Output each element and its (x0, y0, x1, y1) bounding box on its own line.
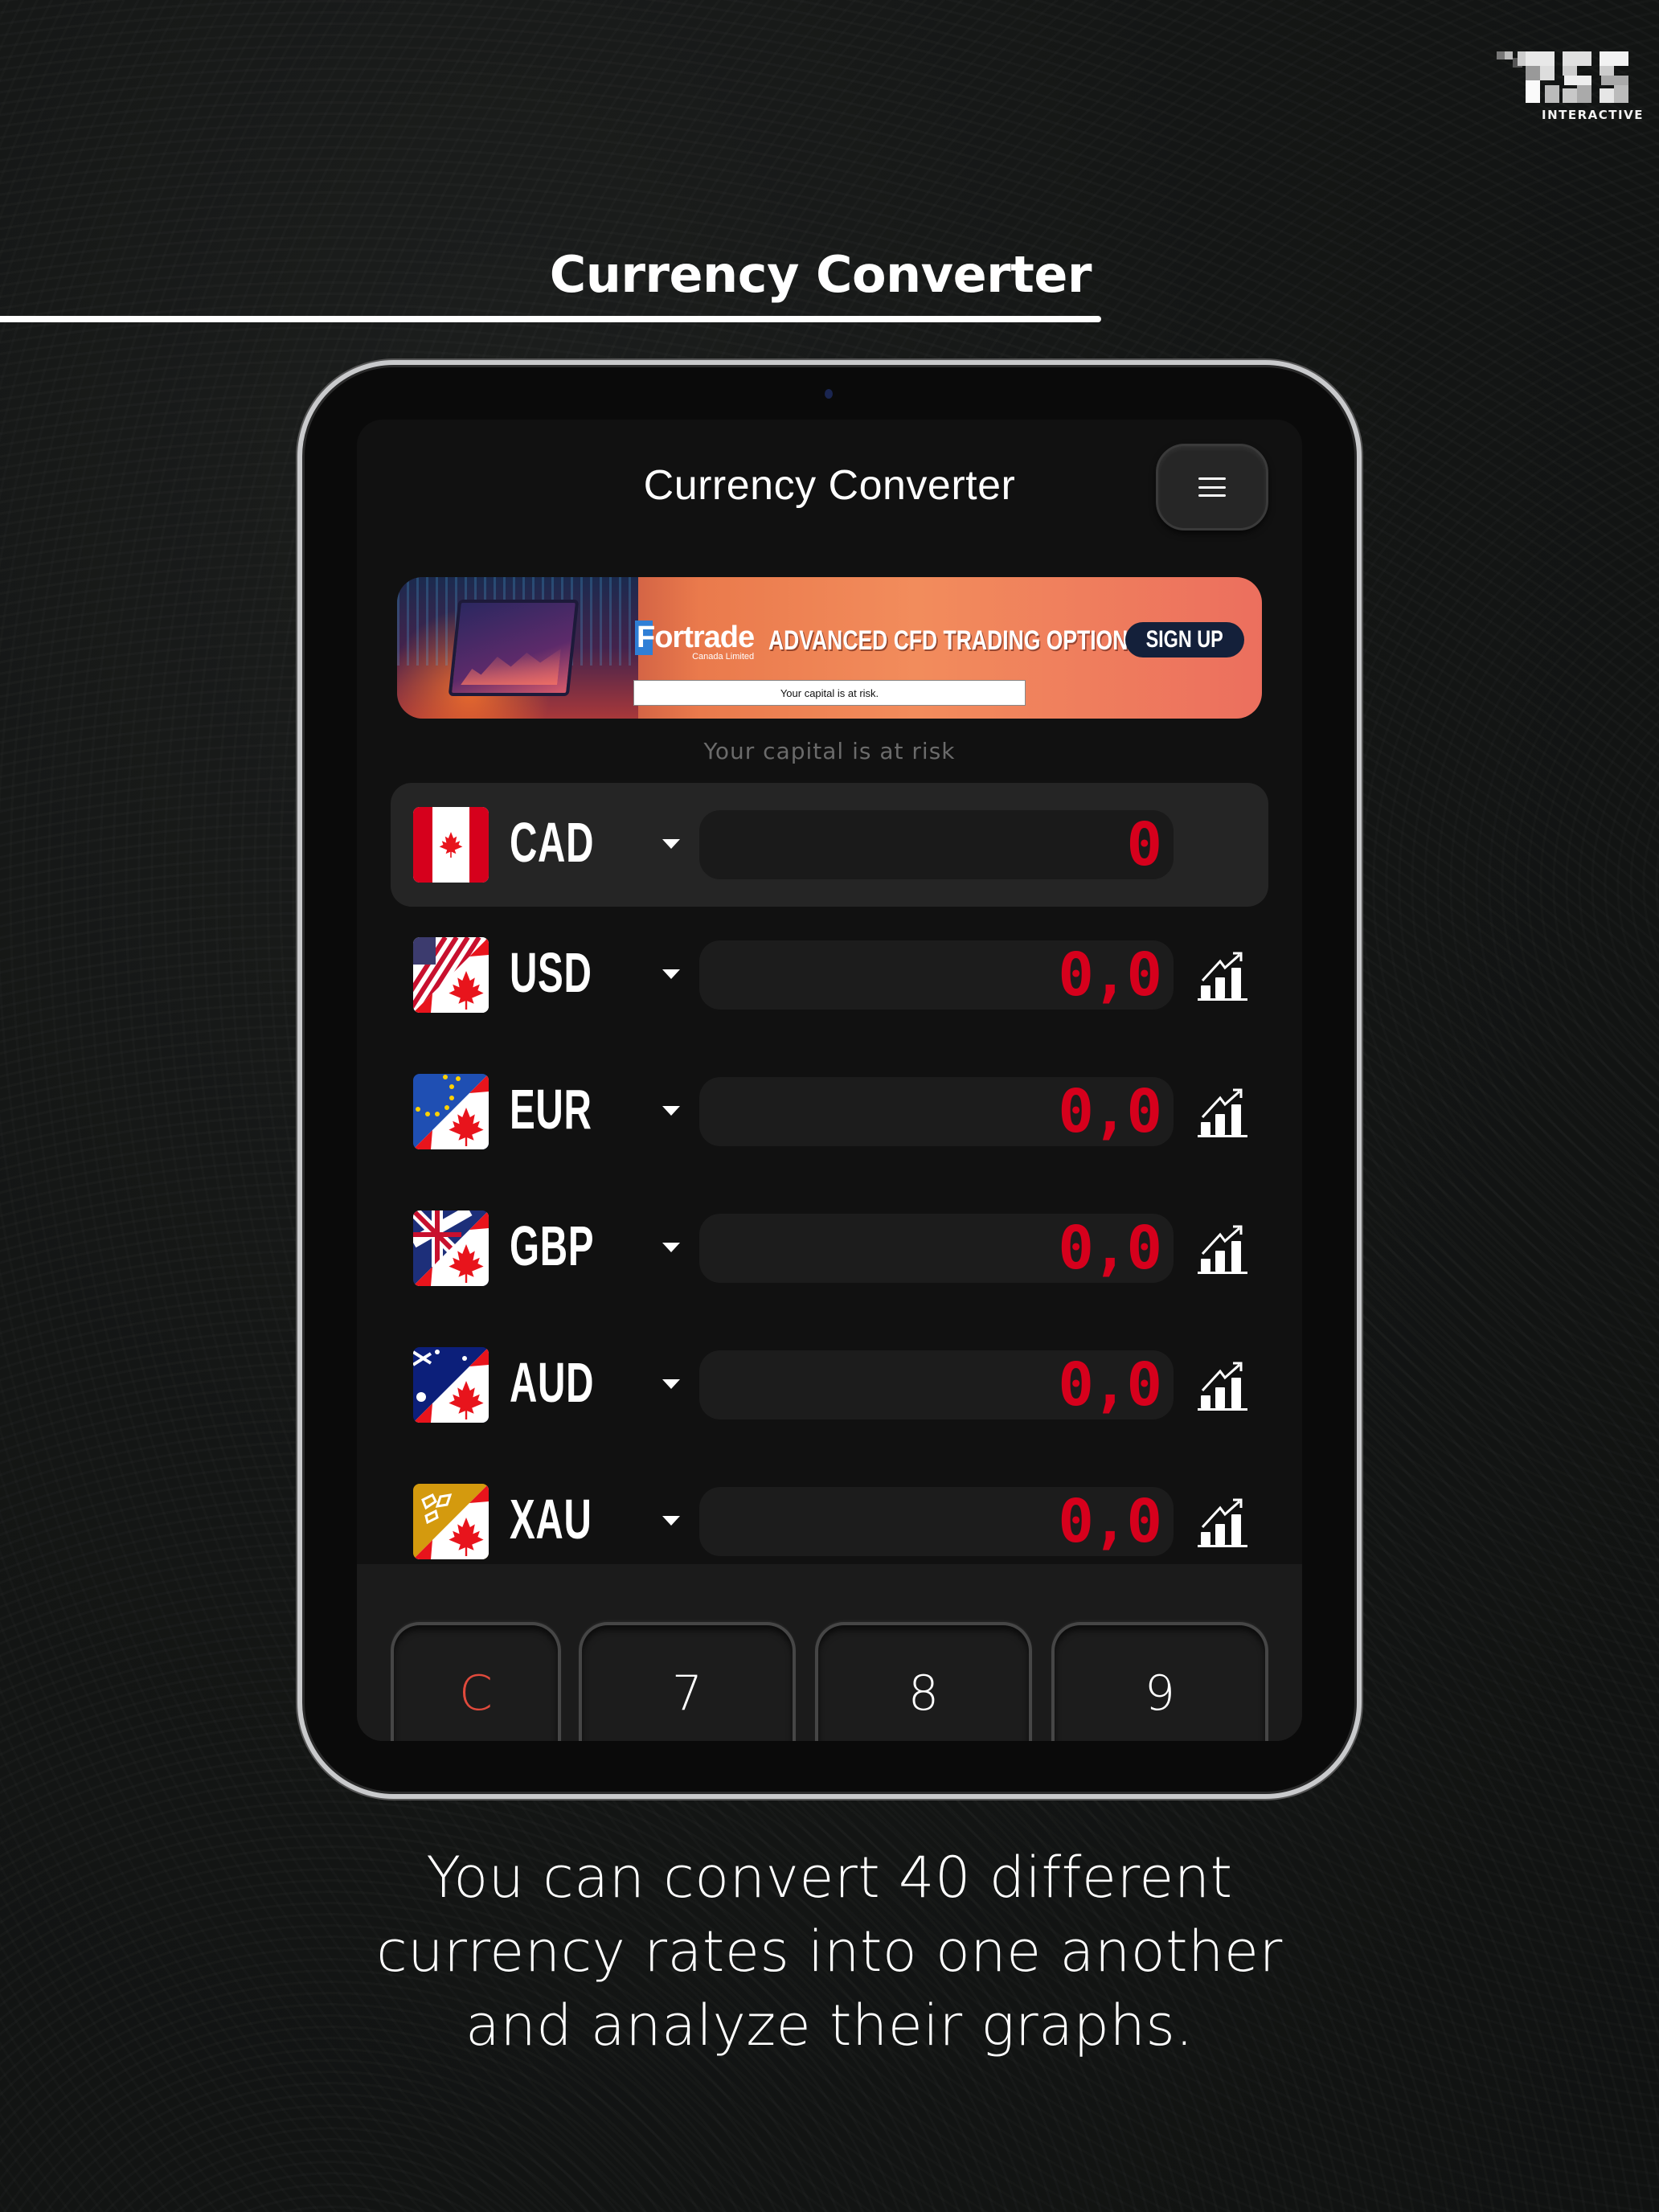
logo-subtitle: INTERACTIVE (1542, 108, 1644, 122)
currency-dropdown-icon[interactable] (662, 1106, 680, 1116)
eu-canada-flag-icon (413, 1074, 489, 1149)
logo-pixel-mark-icon (1497, 51, 1628, 103)
currency-dropdown-icon[interactable] (662, 1243, 680, 1252)
chart-button[interactable] (1196, 1360, 1249, 1411)
currency-dropdown-icon[interactable] (662, 1379, 680, 1389)
ad-banner[interactable]: Fortrade Canada Limited ADVANCED CFD TRA… (397, 577, 1262, 719)
currency-amount-field[interactable]: 0,0 (699, 1350, 1174, 1419)
key-clear[interactable]: C (391, 1622, 561, 1741)
ad-disclaimer: Your capital is at risk. (633, 680, 1026, 706)
currency-dropdown-icon[interactable] (662, 1516, 680, 1526)
chart-trend-icon (1198, 1088, 1247, 1137)
caption-line: and analyze their graphs. (465, 1993, 1194, 2058)
currency-code[interactable]: XAU (510, 1487, 592, 1551)
currency-code[interactable]: EUR (510, 1077, 592, 1141)
currency-row-aud[interactable]: AUD 0,0 (391, 1323, 1268, 1447)
currency-amount-field[interactable]: 0,0 (699, 1487, 1174, 1556)
hamburger-menu-icon (1198, 477, 1226, 497)
currency-code[interactable]: CAD (510, 810, 594, 875)
canada-flag-icon (413, 807, 489, 883)
chart-trend-icon (1198, 1225, 1247, 1274)
currency-amount-field[interactable]: 0,0 (699, 940, 1174, 1010)
menu-button[interactable] (1156, 444, 1268, 530)
chart-trend-icon (1198, 952, 1247, 1001)
chart-trend-icon (1198, 1362, 1247, 1411)
currency-code[interactable]: USD (510, 940, 592, 1005)
chart-button[interactable] (1196, 1497, 1249, 1548)
currency-amount-field[interactable]: 0 (699, 810, 1174, 879)
currency-row-usd[interactable]: USD 0,0 (391, 913, 1268, 1037)
title-underline (0, 316, 1101, 322)
caption-line: You can convert 40 different (426, 1845, 1233, 1911)
camera-icon (825, 389, 833, 399)
ad-artwork (397, 577, 638, 719)
app-screen: Currency Converter Fortrade Canada Limit… (357, 420, 1302, 1741)
currency-dropdown-icon[interactable] (662, 969, 680, 979)
rss-interactive-logo: INTERACTIVE (1497, 51, 1642, 124)
usa-canada-flag-icon (413, 937, 489, 1013)
key-7[interactable]: 7 (579, 1622, 796, 1741)
currency-amount-field[interactable]: 0,0 (699, 1214, 1174, 1283)
caption-line: currency rates into one another (376, 1919, 1283, 1985)
key-9[interactable]: 9 (1051, 1622, 1268, 1741)
page-title: Currency Converter (549, 245, 1092, 304)
chart-button[interactable] (1196, 950, 1249, 1002)
chart-button[interactable] (1196, 1223, 1249, 1275)
tablet-frame: Currency Converter Fortrade Canada Limit… (297, 360, 1362, 1799)
australia-canada-flag-icon (413, 1347, 489, 1423)
chart-trend-icon (1198, 1498, 1247, 1547)
key-8[interactable]: 8 (815, 1622, 1032, 1741)
advertiser-logo: Fortrade Canada Limited (635, 621, 755, 662)
uk-canada-flag-icon (413, 1210, 489, 1286)
currency-dropdown-icon[interactable] (662, 839, 680, 849)
currency-row-cad[interactable]: CAD 0 (391, 783, 1268, 907)
ad-signup-button[interactable]: SIGN UP (1125, 622, 1244, 657)
feature-caption: You can convert 40 different currency ra… (0, 1841, 1659, 2062)
currency-amount-field[interactable]: 0,0 (699, 1077, 1174, 1146)
currency-row-gbp[interactable]: GBP 0,0 (391, 1186, 1268, 1310)
risk-caption: Your capital is at risk (703, 738, 956, 764)
keypad: C 7 8 9 (357, 1564, 1302, 1741)
gold-canada-flag-icon (413, 1484, 489, 1559)
chart-button[interactable] (1196, 1087, 1249, 1138)
currency-code[interactable]: AUD (510, 1350, 594, 1415)
laptop-chart-image (448, 600, 580, 696)
ad-headline: ADVANCED CFD TRADING OPTIONS (768, 625, 1143, 656)
currency-row-eur[interactable]: EUR 0,0 (391, 1050, 1268, 1174)
currency-code[interactable]: GBP (510, 1214, 594, 1278)
